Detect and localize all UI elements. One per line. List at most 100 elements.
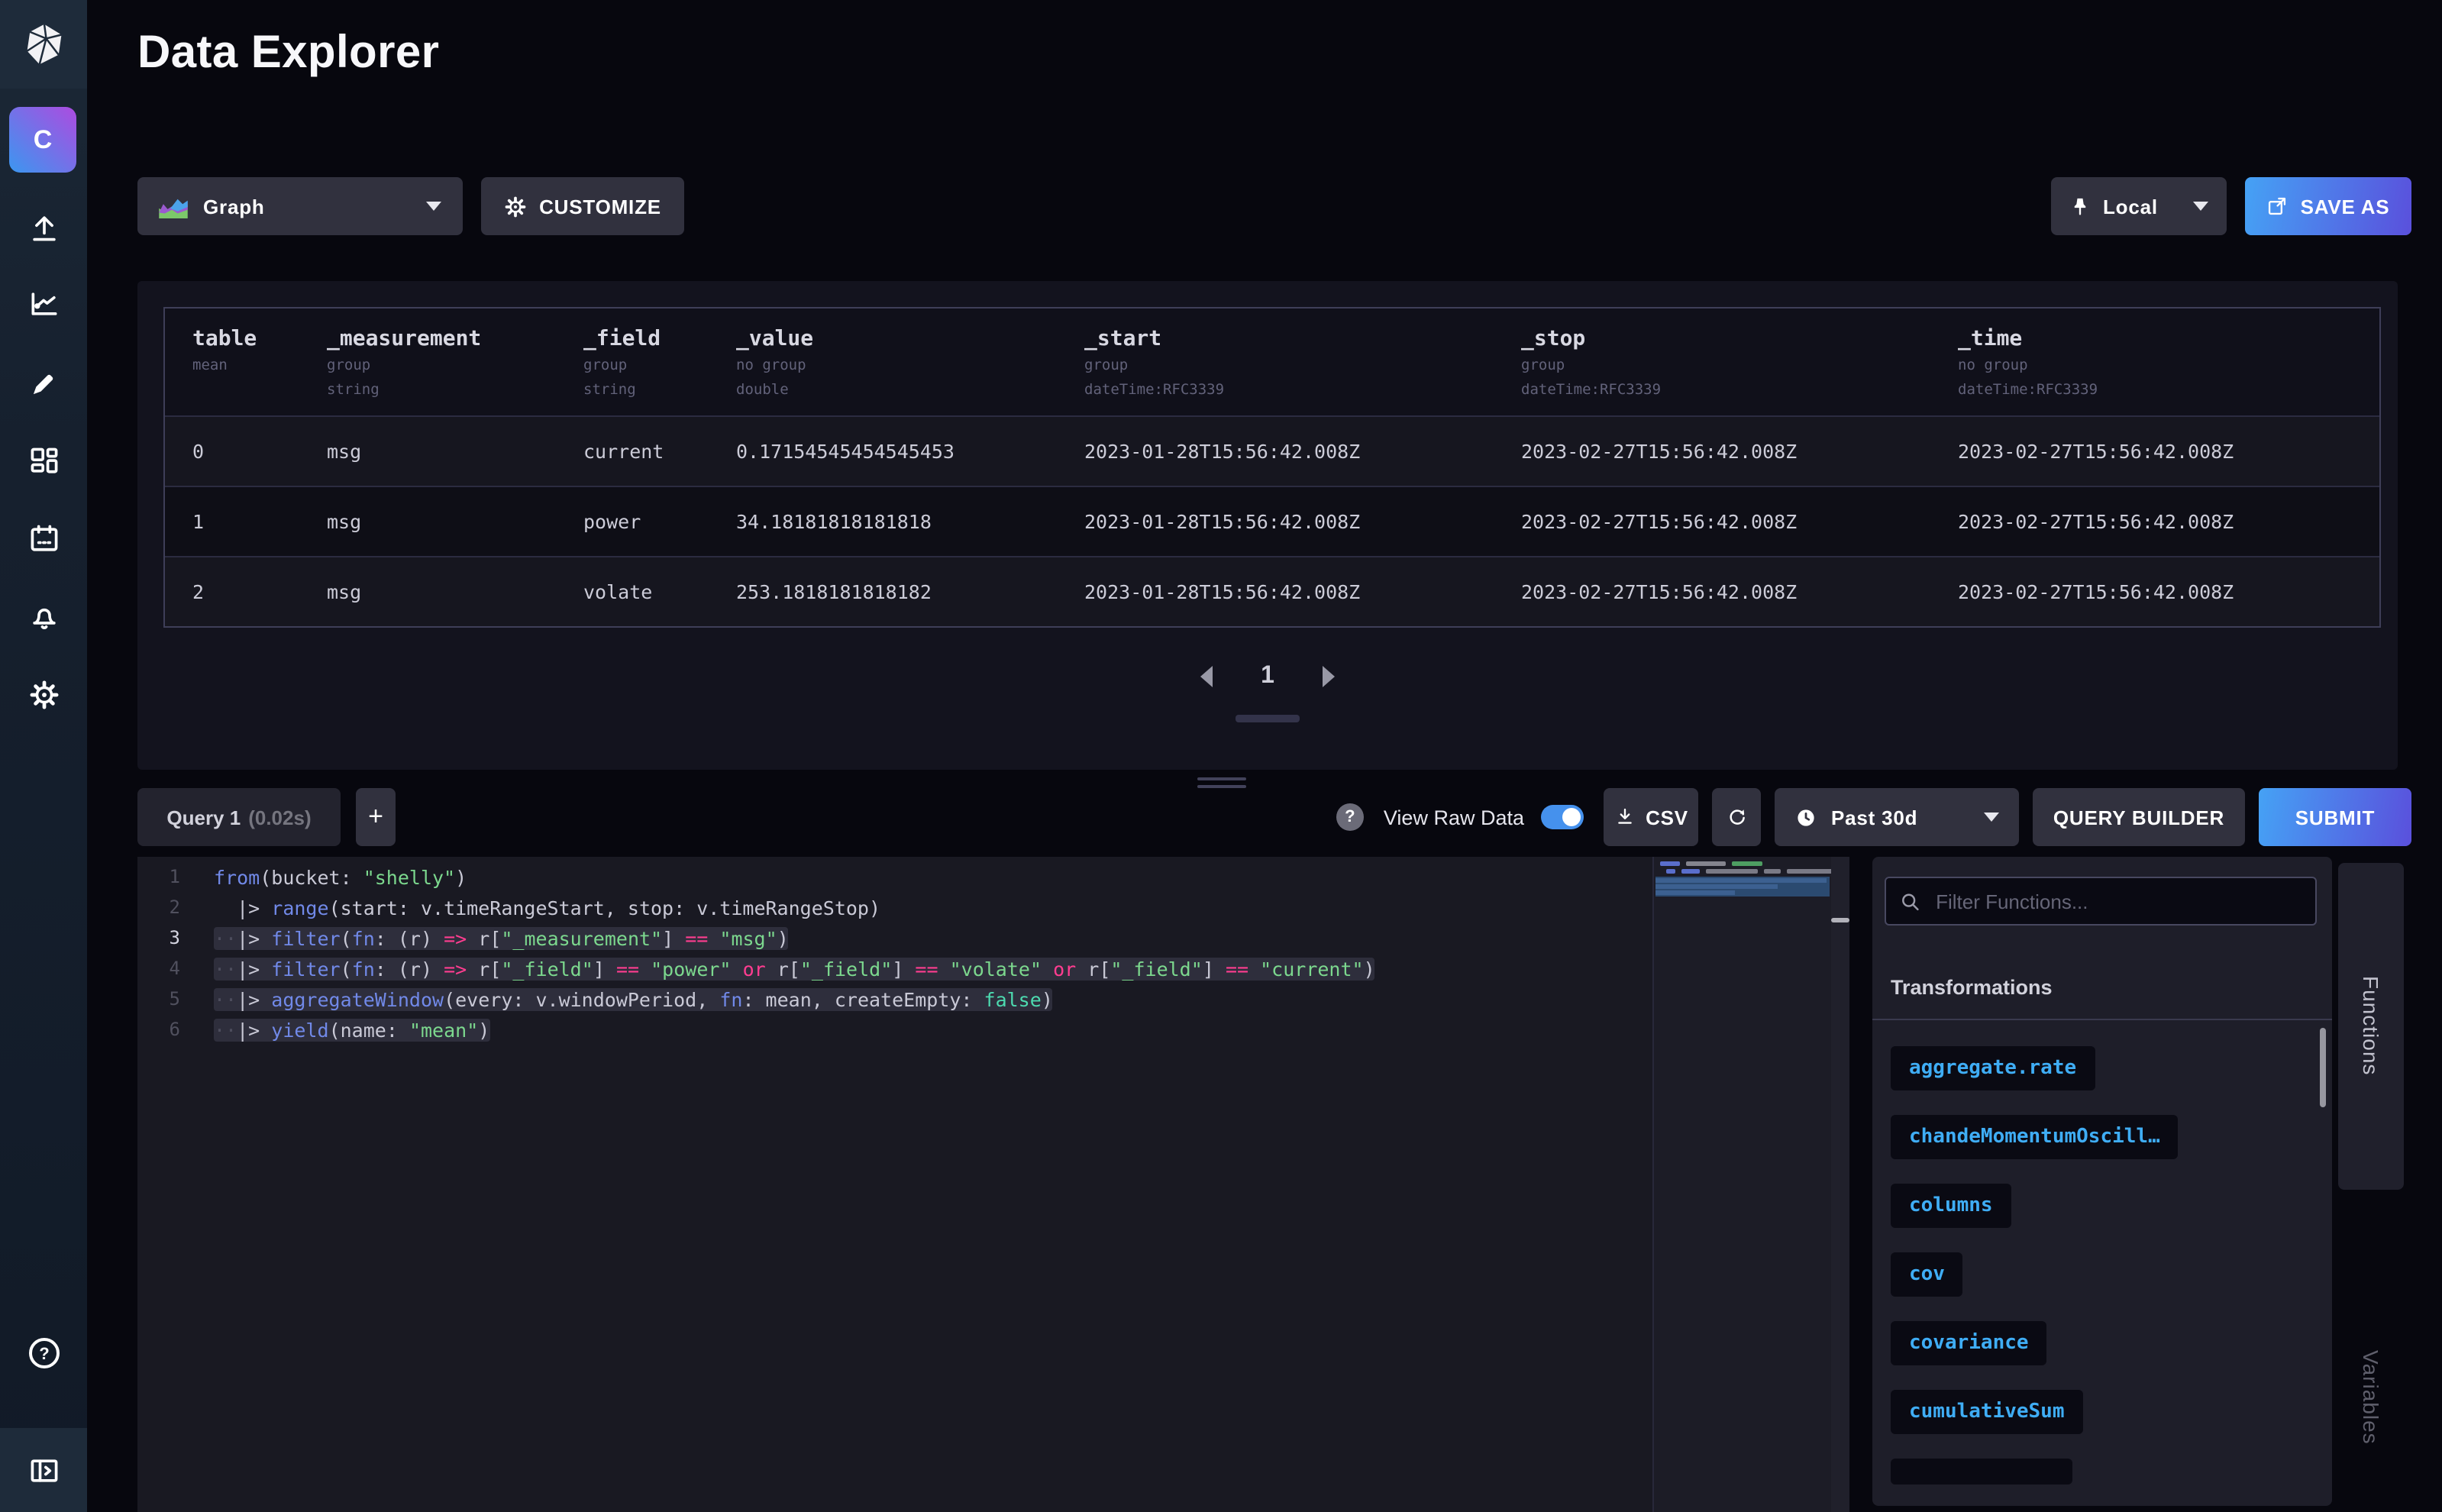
customize-button[interactable]: CUSTOMIZE — [481, 177, 684, 235]
avatar[interactable]: C — [9, 107, 76, 173]
table-cell: 2023-02-27T15:56:42.008Z — [1494, 417, 1930, 486]
previous-page-button[interactable] — [1200, 666, 1212, 687]
view-raw-data-label: View Raw Data — [1384, 806, 1524, 829]
function-chip[interactable]: covariance — [1891, 1321, 2047, 1365]
csv-download-button[interactable]: CSV — [1604, 788, 1698, 846]
add-query-button[interactable]: + — [356, 788, 396, 846]
transformations-section-header: Transformations — [1891, 976, 2053, 999]
clock-icon — [1794, 806, 1817, 829]
save-as-button[interactable]: SAVE AS — [2245, 177, 2411, 235]
column-name: table — [192, 327, 290, 351]
raw-data-panel: tablemean_measurementgroupstring_fieldgr… — [137, 281, 2398, 770]
filter-functions-searchbox[interactable] — [1885, 877, 2317, 926]
tab-functions[interactable]: Functions — [2338, 863, 2404, 1190]
view-raw-data-toggle[interactable] — [1541, 805, 1584, 829]
chevron-down-icon — [426, 202, 441, 211]
table-cell: 2023-02-27T15:56:42.008Z — [1930, 487, 2379, 556]
query-tab-duration: (0.02s) — [248, 806, 311, 829]
local-dropdown[interactable]: Local — [2051, 177, 2227, 235]
raw-data-help-icon[interactable]: ? — [1336, 803, 1364, 831]
gear-icon — [27, 678, 60, 712]
sidebar-expand-button[interactable] — [0, 1428, 87, 1512]
function-chip[interactable]: cov — [1891, 1252, 1963, 1297]
column-header: _fieldgroupstring — [556, 309, 709, 415]
editor-panel-divider[interactable] — [1831, 857, 1849, 1512]
line-chart-icon — [27, 287, 60, 321]
table-cell: msg — [299, 487, 556, 556]
function-chip[interactable]: cumulativeSum — [1891, 1390, 2083, 1434]
table-cell: volate — [556, 557, 709, 626]
csv-label: CSV — [1646, 806, 1688, 829]
flux-code-editor[interactable]: 1from(bucket: "shelly")2 |> range(start:… — [137, 857, 1849, 1512]
search-input[interactable] — [1933, 888, 2301, 914]
column-header: _measurementgroupstring — [299, 309, 556, 415]
page-number[interactable]: 1 — [1261, 663, 1274, 690]
sidebar-item-dashboards[interactable] — [0, 434, 87, 489]
pin-icon — [2069, 195, 2091, 218]
table-header-row: tablemean_measurementgroupstring_fieldgr… — [165, 309, 2379, 415]
influxdb-logo[interactable] — [0, 0, 87, 89]
sidebar-item-data-explorer[interactable] — [0, 276, 87, 331]
query-builder-button[interactable]: QUERY BUILDER — [2033, 788, 2245, 846]
editor-minimap[interactable] — [1652, 857, 1831, 1512]
sidebar-item-alerts[interactable] — [0, 590, 87, 645]
sidebar-item-tasks[interactable] — [0, 512, 87, 567]
table-cell: 2023-01-28T15:56:42.008Z — [1057, 557, 1494, 626]
sidebar-item-load-data[interactable] — [0, 200, 87, 255]
help-icon: ? — [25, 1335, 62, 1371]
column-header: _timeno groupdateTime:RFC3339 — [1930, 309, 2379, 415]
upload-icon — [27, 211, 60, 244]
sidebar-nav: C — [0, 0, 87, 1512]
sidebar-item-help[interactable]: ? — [0, 1326, 87, 1381]
sidebar-item-notebooks[interactable] — [0, 356, 87, 411]
table-cell: msg — [299, 557, 556, 626]
page-title: Data Explorer — [137, 27, 439, 79]
submit-button[interactable]: SUBMIT — [2259, 788, 2411, 846]
query-tab-label: Query 1 — [166, 806, 241, 829]
code-line: 5··|> aggregateWindow(every: v.windowPer… — [137, 984, 1849, 1014]
table-cell: 2023-02-27T15:56:42.008Z — [1930, 557, 2379, 626]
function-chip[interactable]: chandeMomentumOscill… — [1891, 1115, 2179, 1159]
line-number: 5 — [137, 988, 214, 1010]
graph-type-dropdown[interactable]: Graph — [137, 177, 463, 235]
search-icon — [1900, 890, 1920, 913]
table-cell: 2023-02-27T15:56:42.008Z — [1494, 557, 1930, 626]
svg-text:?: ? — [38, 1344, 48, 1363]
next-page-button[interactable] — [1323, 666, 1336, 687]
column-meta: double — [736, 380, 1048, 400]
column-name: _value — [736, 327, 1048, 351]
selected-code: ··|> yield(name: "mean") — [214, 1018, 489, 1041]
column-header: _stopgroupdateTime:RFC3339 — [1494, 309, 1930, 415]
table-body: 0msgcurrent0.171545454545454532023-01-28… — [165, 415, 2379, 626]
function-chip[interactable]: aggregate.rate — [1891, 1046, 2095, 1090]
line-number: 3 — [137, 927, 214, 948]
toggle-knob — [1562, 808, 1581, 826]
refresh-button[interactable] — [1712, 788, 1761, 846]
time-range-dropdown[interactable]: Past 30d — [1775, 788, 2019, 846]
table-cell: 2023-02-27T15:56:42.008Z — [1494, 487, 1930, 556]
table-row: 1msgpower34.181818181818182023-01-28T15:… — [165, 486, 2379, 556]
table-cell: 2023-01-28T15:56:42.008Z — [1057, 417, 1494, 486]
save-controls: Local SAVE AS — [2051, 177, 2411, 235]
query-tab[interactable]: Query 1 (0.02s) — [137, 788, 341, 846]
table-row: 2msgvolate253.18181818181822023-01-28T15… — [165, 556, 2379, 626]
code-text: |> range(start: v.timeRangeStart, stop: … — [214, 896, 880, 919]
code-text: from(bucket: "shelly") — [214, 865, 467, 888]
divider-handle — [1831, 918, 1849, 922]
code-lines: 1from(bucket: "shelly")2 |> range(start:… — [137, 857, 1849, 1045]
function-chip-clipped[interactable] — [1891, 1459, 2072, 1485]
line-number: 2 — [137, 897, 214, 918]
pen-icon — [27, 367, 60, 399]
tab-variables[interactable]: Variables — [2338, 1306, 2404, 1489]
sidebar-item-settings[interactable] — [0, 667, 87, 722]
column-meta: string — [583, 380, 699, 400]
function-chip[interactable]: columns — [1891, 1184, 2011, 1228]
table-horizontal-scrollbar[interactable] — [1236, 715, 1300, 722]
column-header: _valueno groupdouble — [709, 309, 1057, 415]
functions-scrollbar[interactable] — [2320, 1028, 2326, 1107]
table-cell: msg — [299, 417, 556, 486]
code-line: 3··|> filter(fn: (r) => r["_measurement"… — [137, 922, 1849, 953]
column-name: _start — [1084, 327, 1484, 351]
code-line: 6··|> yield(name: "mean") — [137, 1014, 1849, 1045]
column-name: _measurement — [327, 327, 547, 351]
